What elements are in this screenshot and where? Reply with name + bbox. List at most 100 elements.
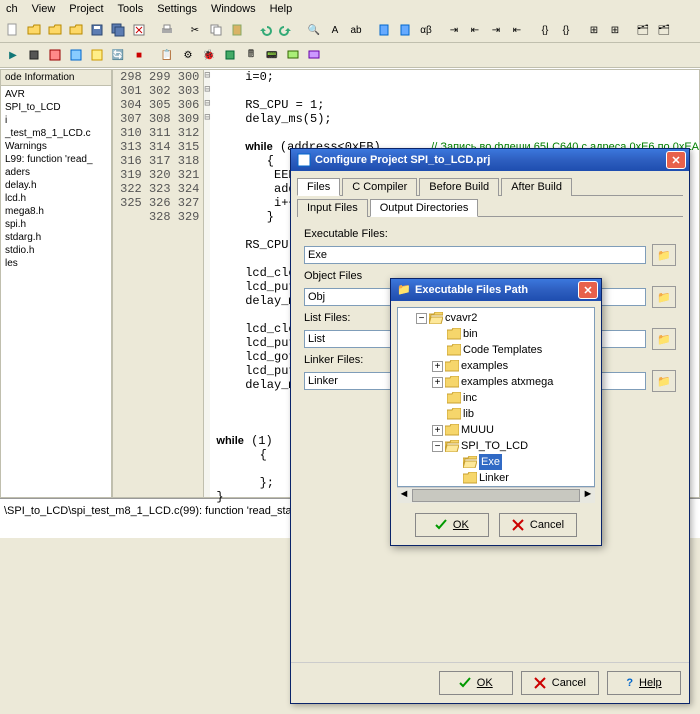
path-titlebar[interactable]: 📁 Executable Files Path ✕	[391, 279, 601, 301]
tab-ccompiler[interactable]: C Compiler	[342, 178, 417, 196]
sidebar-item[interactable]: delay.h	[3, 179, 109, 192]
menu-item[interactable]: Help	[270, 3, 293, 15]
indent2-icon[interactable]: ⇥	[486, 20, 506, 40]
menu-item[interactable]: Settings	[157, 3, 197, 15]
tree-item[interactable]: +MUUU	[400, 422, 592, 438]
outdent-icon[interactable]: ⇤	[465, 20, 485, 40]
tree-item[interactable]: +examples atxmega	[400, 374, 592, 390]
bookmark2-icon[interactable]	[395, 20, 415, 40]
close-icon[interactable]	[129, 20, 149, 40]
dialog-titlebar[interactable]: Configure Project SPI_to_LCD.prj ✕	[291, 149, 689, 171]
browse-exec-button[interactable]: 📁	[652, 244, 676, 266]
sidebar-item[interactable]: Warnings	[3, 140, 109, 153]
exec-input[interactable]	[304, 246, 646, 264]
tree2-icon[interactable]: 🗂	[654, 20, 674, 40]
sidebar-item[interactable]: lcd.h	[3, 192, 109, 205]
sidebar-item[interactable]: _test_m8_1_LCD.c	[3, 127, 109, 140]
sidebar-tab[interactable]: ode Information	[1, 70, 111, 86]
sidebar-item[interactable]: i	[3, 114, 109, 127]
tree-item[interactable]: Exe	[400, 454, 592, 470]
tree-item[interactable]: inc	[400, 390, 592, 406]
browse-linker-button[interactable]: 📁	[652, 370, 676, 392]
sidebar-item[interactable]: AVR	[3, 88, 109, 101]
browse-obj-button[interactable]: 📁	[652, 286, 676, 308]
close-button[interactable]: ✕	[666, 151, 686, 169]
subtab-input[interactable]: Input Files	[297, 199, 368, 217]
path-cancel-button[interactable]: Cancel	[499, 513, 577, 537]
build-icon[interactable]: ▶	[3, 45, 23, 65]
sidebar-item[interactable]: stdarg.h	[3, 231, 109, 244]
find-icon[interactable]: 🔍	[304, 20, 324, 40]
calc-icon[interactable]: 🖩	[241, 45, 261, 65]
rebuild-icon[interactable]: 🔄	[108, 45, 128, 65]
tree-item[interactable]: −SPI_TO_LCD	[400, 438, 592, 454]
outdent2-icon[interactable]: ⇤	[507, 20, 527, 40]
tree-item[interactable]: Code Templates	[400, 342, 592, 358]
cancel-button[interactable]: Cancel	[521, 671, 599, 695]
open2-icon[interactable]	[45, 20, 65, 40]
save-icon[interactable]	[87, 20, 107, 40]
undo-icon[interactable]	[255, 20, 275, 40]
gear-icon[interactable]: ⚙	[178, 45, 198, 65]
config-icon[interactable]: 📋	[157, 45, 177, 65]
tab-files[interactable]: Files	[297, 178, 340, 196]
tab-afterbuild[interactable]: After Build	[501, 178, 572, 196]
bug-icon[interactable]: 🐞	[199, 45, 219, 65]
subtab-output[interactable]: Output Directories	[370, 199, 479, 217]
text-icon[interactable]: αβ	[416, 20, 436, 40]
tree-hscroll[interactable]: ◄ ►	[397, 487, 595, 503]
ok-button[interactable]: OK	[439, 671, 513, 695]
tool2-icon[interactable]: ⊞	[605, 20, 625, 40]
goto2-icon[interactable]: {}	[556, 20, 576, 40]
cut-icon[interactable]: ✂	[185, 20, 205, 40]
replace-icon[interactable]: ab	[346, 20, 366, 40]
goto-icon[interactable]: {}	[535, 20, 555, 40]
serial-icon[interactable]: 📟	[262, 45, 282, 65]
path-close-button[interactable]: ✕	[578, 281, 598, 299]
path-ok-button[interactable]: OK	[415, 513, 489, 537]
menu-item[interactable]: View	[32, 3, 56, 15]
sidebar-item[interactable]: stdio.h	[3, 244, 109, 257]
display-icon[interactable]	[304, 45, 324, 65]
chip-icon[interactable]	[24, 45, 44, 65]
help-button[interactable]: ?Help	[607, 671, 681, 695]
sidebar-item[interactable]: mega8.h	[3, 205, 109, 218]
redo-icon[interactable]	[276, 20, 296, 40]
saveall-icon[interactable]	[108, 20, 128, 40]
indent-icon[interactable]: ⇥	[444, 20, 464, 40]
sidebar-item[interactable]: les	[3, 257, 109, 270]
compile-icon[interactable]	[66, 45, 86, 65]
lcd-icon[interactable]	[283, 45, 303, 65]
tree-item[interactable]: +examples	[400, 358, 592, 374]
tree-item[interactable]: lib	[400, 406, 592, 422]
tool1-icon[interactable]: ⊞	[584, 20, 604, 40]
sidebar-item[interactable]: aders	[3, 166, 109, 179]
open3-icon[interactable]	[66, 20, 86, 40]
print-icon[interactable]	[157, 20, 177, 40]
chip2-icon[interactable]	[220, 45, 240, 65]
tab-beforebuild[interactable]: Before Build	[419, 178, 499, 196]
sidebar-item[interactable]: spi.h	[3, 218, 109, 231]
menu-item[interactable]: Project	[69, 3, 103, 15]
bookmark-icon[interactable]	[374, 20, 394, 40]
sidebar-item[interactable]: SPI_to_LCD	[3, 101, 109, 114]
paste-icon[interactable]	[227, 20, 247, 40]
open-icon[interactable]	[24, 20, 44, 40]
project-icon[interactable]	[45, 45, 65, 65]
dialog-icon	[297, 153, 311, 167]
sidebar-item[interactable]: L99: function 'read_	[3, 153, 109, 166]
new-icon[interactable]	[3, 20, 23, 40]
menu-item[interactable]: Tools	[118, 3, 144, 15]
copy-icon[interactable]	[206, 20, 226, 40]
stop-icon[interactable]: ■	[129, 45, 149, 65]
menu-item[interactable]: Windows	[211, 3, 256, 15]
menu-item[interactable]: ch	[6, 3, 18, 15]
tree-item[interactable]: −cvavr2	[400, 310, 592, 326]
tree-item[interactable]: bin	[400, 326, 592, 342]
make-icon[interactable]	[87, 45, 107, 65]
findnext-icon[interactable]: A	[325, 20, 345, 40]
browse-list-button[interactable]: 📁	[652, 328, 676, 350]
tree-item[interactable]: Linker	[400, 470, 592, 486]
tree1-icon[interactable]: 🗂	[633, 20, 653, 40]
folder-tree[interactable]: −cvavr2binCode Templates+examples+exampl…	[397, 307, 595, 487]
